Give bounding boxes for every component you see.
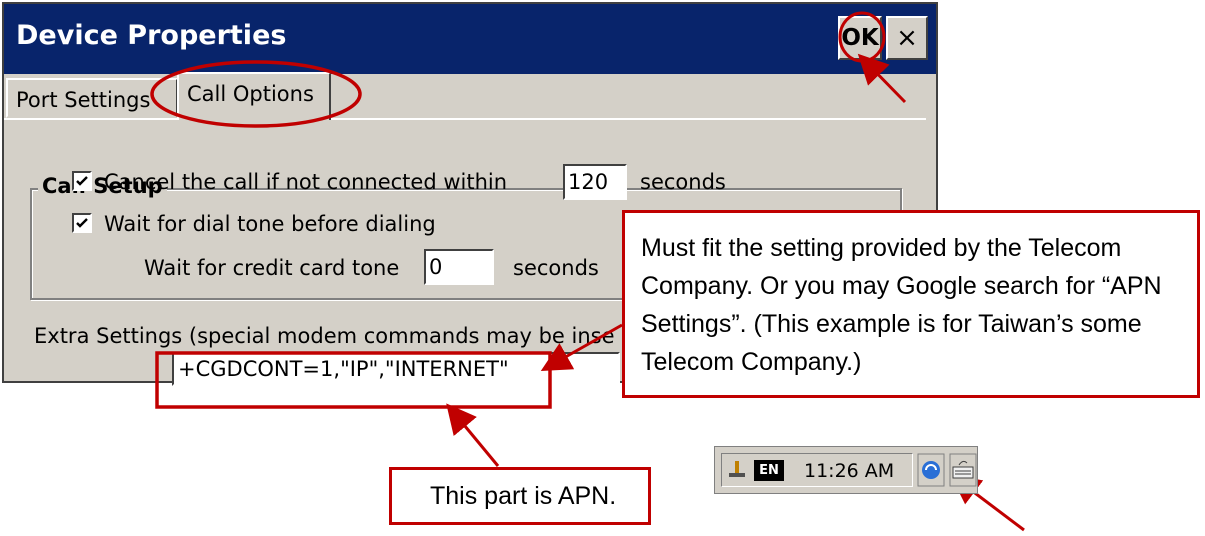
language-indicator[interactable]: EN	[754, 460, 784, 481]
apn-part-arrow	[446, 403, 500, 467]
wait-dial-tone-checkbox[interactable]	[72, 213, 92, 233]
cancel-call-seconds-input[interactable]: 120	[563, 164, 627, 200]
apn-settings-callout: Must fit the setting provided by the Tel…	[622, 210, 1200, 398]
apn-part-callout: This part is APN.	[389, 467, 651, 525]
dialog-title: Device Properties	[16, 20, 287, 51]
checkmark-icon	[76, 218, 88, 228]
credit-card-seconds-input[interactable]: 0	[424, 249, 494, 285]
close-button[interactable]: ×	[886, 16, 928, 60]
cancel-call-label: Cancel the call if not connected within	[104, 170, 508, 194]
wait-dial-tone-label: Wait for dial tone before dialing	[104, 212, 436, 236]
title-bar: Device Properties OK ×	[4, 4, 936, 74]
tab-port-settings[interactable]: Port Settings	[6, 78, 178, 118]
checkmark-icon	[76, 176, 88, 186]
system-tray: EN 11:26 AM	[721, 453, 913, 487]
network-icon[interactable]	[726, 459, 748, 481]
credit-card-label: Wait for credit card tone	[144, 256, 400, 280]
cancel-call-checkbox[interactable]	[72, 171, 92, 191]
desktop-switch-icon[interactable]	[917, 453, 945, 487]
tab-call-options[interactable]: Call Options	[177, 72, 331, 120]
ok-button[interactable]: OK	[838, 16, 882, 60]
cancel-call-unit: seconds	[640, 170, 726, 194]
taskbar-snippet: EN 11:26 AM	[714, 446, 978, 494]
credit-card-unit: seconds	[513, 256, 599, 280]
extra-settings-label: Extra Settings (special modem commands m…	[34, 324, 614, 348]
keyboard-icon[interactable]	[949, 453, 977, 487]
extra-settings-input[interactable]: +CGDCONT=1,"IP","INTERNET"	[172, 352, 620, 386]
clock[interactable]: 11:26 AM	[804, 460, 894, 482]
